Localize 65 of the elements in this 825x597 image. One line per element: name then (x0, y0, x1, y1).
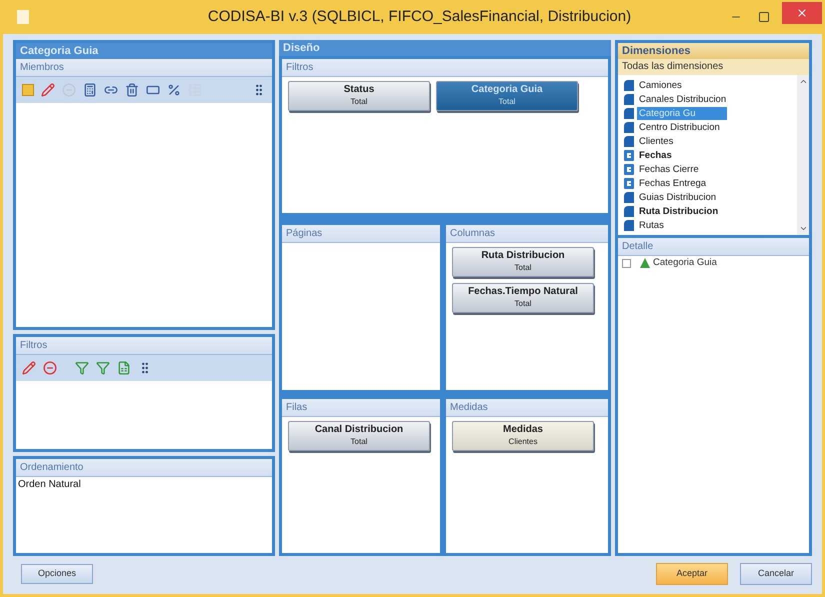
dimension-item[interactable]: Clientes (637, 134, 676, 148)
field-chip[interactable]: Fechas.Tiempo Natural Total (452, 283, 594, 313)
dimension-item[interactable]: Fechas Cierre (637, 162, 701, 176)
expander-icon[interactable] (622, 258, 631, 268)
panel-title: Diseño (279, 40, 611, 56)
scroll-down-icon[interactable] (798, 224, 808, 233)
square-icon[interactable] (22, 84, 34, 96)
section-header: Columnas (446, 225, 608, 243)
calendar-icon (624, 150, 634, 160)
section-header: Páginas (282, 225, 440, 243)
calendar-icon (624, 178, 634, 188)
dimension-item[interactable]: Guias Distribucion (637, 190, 718, 204)
section-header: Filtros (16, 337, 272, 355)
percent-icon[interactable] (167, 83, 181, 97)
cube-icon (624, 220, 634, 230)
calendar-icon (624, 164, 634, 174)
circle-icon[interactable] (43, 361, 57, 375)
panel-title: Categoria Guia (16, 43, 272, 59)
tree-item[interactable]: Categoria Guia (653, 256, 717, 270)
filter-icon[interactable] (75, 361, 89, 375)
section-header: Ordenamiento (16, 459, 272, 477)
panel-title: Dimensiones (618, 43, 809, 59)
filter-icon[interactable] (96, 361, 110, 375)
dimension-item[interactable]: Canales Distribucion (637, 92, 728, 106)
section-header: Miembros (16, 59, 272, 77)
window-title: CODISA-BI v.3 (SQLBICL, FIFCO_SalesFinancial, Distribucion) (206, 6, 632, 27)
cancel-button[interactable]: Cancelar (740, 563, 812, 585)
cube-icon (624, 206, 634, 216)
tree-icon (640, 258, 650, 268)
close-button[interactable] (782, 2, 822, 24)
rectangle-icon[interactable] (146, 83, 160, 97)
cube-icon (624, 122, 634, 132)
close-icon (796, 7, 808, 19)
cube-icon (624, 136, 634, 146)
section-header: Filas (282, 399, 440, 417)
calculator-icon[interactable] (83, 83, 97, 97)
field-chip[interactable]: Status Total (288, 81, 430, 111)
accept-button[interactable]: Aceptar (656, 563, 728, 585)
field-chip[interactable]: Canal Distribucion Total (288, 421, 430, 451)
field-chip[interactable]: Ruta Distribucion Total (452, 247, 594, 277)
dimension-item[interactable]: Fechas (637, 148, 674, 162)
section-header: Filtros (282, 59, 608, 77)
cube-icon (624, 192, 634, 202)
maximize-icon[interactable] (758, 11, 770, 23)
dimension-item[interactable]: Fechas Entrega (637, 176, 708, 190)
app-icon (17, 10, 29, 24)
pencil-icon[interactable] (22, 361, 36, 375)
cube-icon (624, 108, 634, 118)
dimension-item[interactable]: Ruta Distribucion (637, 204, 720, 218)
cube-icon (624, 94, 634, 104)
sheet-icon[interactable] (117, 361, 131, 375)
scrollbar[interactable] (797, 75, 809, 235)
scroll-up-icon[interactable] (798, 77, 808, 86)
options-button[interactable]: Opciones (21, 564, 93, 584)
field-chip[interactable]: Categoria Guia Total (436, 81, 578, 111)
section-header: Todas las dimensiones (618, 59, 809, 75)
section-header: Detalle (618, 238, 809, 256)
dimension-item[interactable]: Centro Distribucion (637, 120, 722, 134)
dimension-item[interactable]: Camiones (637, 78, 684, 92)
dimension-item[interactable]: Rutas (637, 218, 666, 232)
field-chip[interactable]: Medidas Clientes (452, 421, 594, 451)
pencil-icon[interactable] (41, 83, 55, 97)
sort-value: Orden Natural (17, 478, 82, 492)
section-header: Medidas (446, 399, 608, 417)
cube-icon (624, 80, 634, 90)
